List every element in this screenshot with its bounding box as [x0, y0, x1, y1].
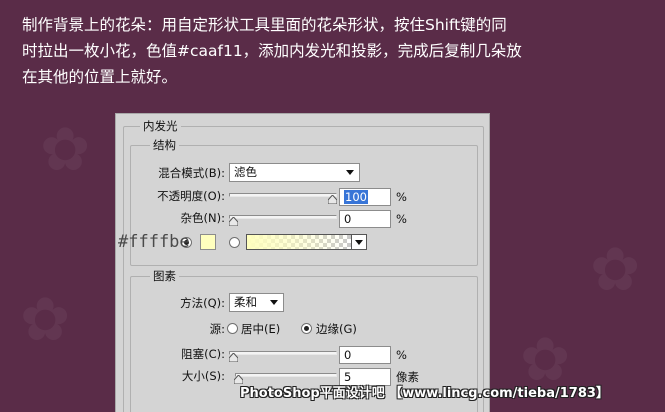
glow-gradient-picker[interactable]	[246, 234, 352, 250]
chevron-down-icon	[270, 300, 278, 305]
opacity-value: 100	[344, 190, 368, 204]
opacity-slider-thumb[interactable]	[328, 195, 337, 204]
choke-slider-thumb[interactable]	[229, 353, 238, 362]
size-label: 大小(S):	[181, 369, 225, 383]
opacity-label: 不透明度(O):	[157, 189, 225, 203]
technique-select[interactable]: 柔和	[229, 293, 284, 312]
watermark-text: PhotoShop平面设计吧 【www.lincg.com/tieba/1783…	[240, 386, 609, 401]
source-center-radio[interactable]	[227, 323, 238, 334]
choke-input[interactable]: 0	[339, 346, 391, 364]
opacity-input[interactable]: 100	[339, 188, 391, 206]
choke-unit: %	[396, 348, 407, 362]
blend-mode-select[interactable]: 滤色	[229, 163, 360, 182]
inner-glow-title: 内发光	[140, 119, 181, 133]
noise-value: 0	[344, 212, 352, 226]
size-slider-thumb[interactable]	[234, 375, 243, 384]
noise-slider[interactable]	[229, 215, 337, 219]
color-value-annotation: #ffffbe	[118, 232, 190, 252]
instruction-text: 制作背景上的花朵：用自定形状工具里面的花朵形状，按住Shift键的同 时拉出一枚…	[22, 12, 652, 90]
chevron-down-icon	[355, 240, 363, 245]
instruction-line: 时拉出一枚小花，色值#caaf11，添加内发光和投影，完成后复制几朵放	[22, 42, 522, 60]
background-flower-decoration: ✿	[20, 285, 71, 355]
chevron-down-icon	[346, 170, 354, 175]
gradient-dropdown-button[interactable]	[351, 234, 367, 250]
size-unit: 像素	[396, 370, 419, 384]
gradient-radio[interactable]	[229, 237, 240, 248]
size-value: 5	[344, 370, 352, 384]
instruction-line: 在其他的位置上就好。	[22, 68, 178, 86]
noise-unit: %	[396, 212, 407, 226]
instruction-line: 制作背景上的花朵：用自定形状工具里面的花朵形状，按住Shift键的同	[22, 16, 507, 34]
technique-label: 方法(Q):	[180, 296, 225, 310]
noise-input[interactable]: 0	[339, 210, 391, 228]
opacity-unit: %	[396, 190, 407, 204]
background-flower-decoration: ✿	[40, 115, 91, 185]
background-flower-decoration: ✿	[590, 235, 641, 305]
source-center-label[interactable]: 居中(E)	[241, 321, 280, 337]
choke-label: 阻塞(C):	[181, 347, 225, 361]
source-edge-radio[interactable]	[301, 323, 312, 334]
noise-slider-thumb[interactable]	[229, 217, 238, 226]
structure-legend: 结构	[150, 138, 179, 152]
glow-color-swatch[interactable]	[200, 234, 216, 250]
noise-label: 杂色(N):	[180, 211, 225, 225]
blend-mode-value: 滤色	[234, 165, 257, 179]
size-slider[interactable]	[235, 373, 337, 377]
choke-value: 0	[344, 348, 352, 362]
source-label: 源:	[209, 322, 225, 336]
source-edge-label[interactable]: 边缘(G)	[316, 321, 357, 337]
inner-glow-panel: 内发光 结构 混合模式(B): 滤色 不透明度(O): 100 % 杂色(N):…	[115, 113, 490, 412]
elements-legend: 图素	[150, 269, 179, 283]
background-flower-decoration: ✿	[520, 325, 571, 395]
technique-value: 柔和	[234, 295, 257, 309]
blend-mode-label: 混合模式(B):	[158, 166, 225, 180]
choke-slider[interactable]	[229, 351, 337, 355]
opacity-slider[interactable]	[229, 193, 337, 197]
